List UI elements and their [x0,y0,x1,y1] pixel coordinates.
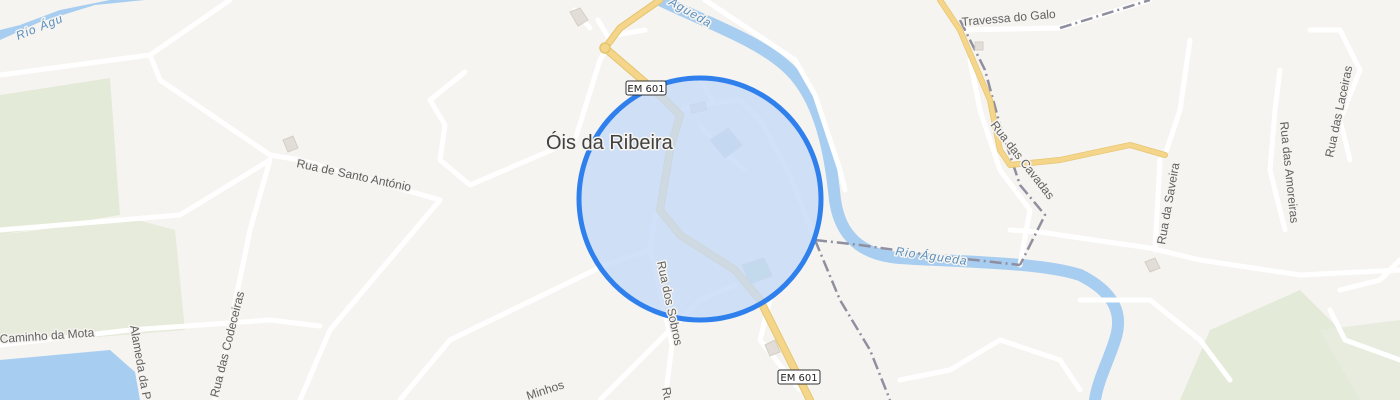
roundabout [599,42,611,54]
map-canvas[interactable]: EM 601 EM 601 Óis da Ribeira Rio Águeda … [0,0,1400,400]
route-shield-label: EM 601 [780,373,817,384]
street-label-rua-das-laceiras: Rua das Laceiras [1322,64,1355,158]
place-label-ois-da-ribeira: Óis da Ribeira [546,131,674,154]
route-shield-em601-south: EM 601 [777,369,821,385]
street-label-rua-bottom: Ru [659,386,675,400]
street-label-rua-de-santo-antonio: Rua de Santo António [295,156,412,194]
street-label-minhos: Minhos [525,378,566,400]
street-label-travessa-do-galo: Travessa do Galo [961,7,1056,29]
route-shield-label: EM 601 [627,84,664,95]
railway-lines [813,0,1151,400]
water-bodies [0,0,1125,400]
street-label-rua-das-codeceiras: Rua das Codeceiras [207,290,247,399]
lagoon-water [0,350,140,400]
route-shield-em601-north: EM 601 [625,80,667,96]
map-layer: EM 601 EM 601 Óis da Ribeira Rio Águeda … [0,0,1400,400]
river-label-agueda-left: Rio Águ [14,10,66,43]
location-accuracy-circle [576,75,824,323]
